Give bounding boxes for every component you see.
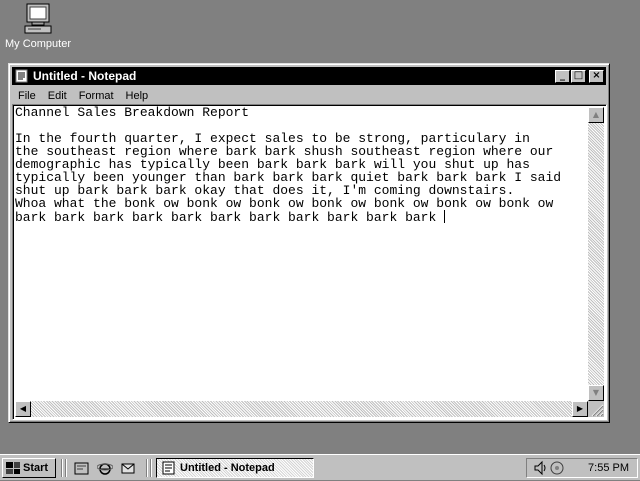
taskbar-separator <box>61 459 63 477</box>
clock[interactable]: 7:55 PM <box>588 462 629 474</box>
start-button[interactable]: Start <box>2 458 56 478</box>
show-desktop-icon[interactable] <box>74 460 90 476</box>
close-icon: × <box>592 69 601 81</box>
menu-format[interactable]: Format <box>73 90 120 102</box>
notepad-window: Untitled - Notepad _ □ × File Edit Forma… <box>8 63 610 423</box>
arrow-up-icon: ▲ <box>592 110 600 119</box>
window-title: Untitled - Notepad <box>33 69 137 83</box>
arrow-left-icon: ◀ <box>19 404 27 413</box>
start-label: Start <box>23 462 49 474</box>
close-button[interactable]: × <box>589 69 604 83</box>
document-text: Channel Sales Breakdown Report In the fo… <box>15 106 562 225</box>
scroll-down-button[interactable]: ▼ <box>588 385 604 401</box>
vertical-scrollbar[interactable]: ▲ ▼ <box>588 107 604 401</box>
desktop-icon-my-computer[interactable]: My Computer <box>2 2 74 50</box>
scroll-up-button[interactable]: ▲ <box>588 107 604 123</box>
maximize-icon: □ <box>573 69 584 81</box>
scroll-left-button[interactable]: ◀ <box>15 401 31 417</box>
system-tray: 7:55 PM <box>526 458 638 478</box>
minimize-icon: _ <box>560 69 565 81</box>
notepad-icon <box>14 69 30 83</box>
desktop: My Computer Untitled - Notepad _ □ × Fil… <box>0 0 640 454</box>
windows-logo-icon <box>6 462 20 474</box>
taskbar-separator <box>65 459 67 477</box>
maximize-button[interactable]: □ <box>571 69 586 83</box>
outlook-express-icon[interactable] <box>120 460 136 476</box>
text-caret <box>444 210 446 223</box>
network-icon[interactable] <box>549 460 565 476</box>
taskbar-separator <box>150 459 152 477</box>
volume-icon[interactable] <box>533 460 549 476</box>
title-bar[interactable]: Untitled - Notepad _ □ × <box>12 67 606 85</box>
task-button-notepad[interactable]: Untitled - Notepad <box>156 458 314 478</box>
scroll-right-button[interactable]: ▶ <box>572 401 588 417</box>
taskbar: Start Untitled - Notepad 7:55 PM <box>0 454 640 480</box>
arrow-down-icon: ▼ <box>592 388 600 397</box>
menu-edit[interactable]: Edit <box>42 90 73 102</box>
text-editor[interactable]: Channel Sales Breakdown Report In the fo… <box>12 104 607 420</box>
minimize-button[interactable]: _ <box>555 69 570 83</box>
arrow-right-icon: ▶ <box>576 404 584 413</box>
my-computer-icon <box>21 2 55 36</box>
desktop-icon-label: My Computer <box>4 38 72 50</box>
menu-help[interactable]: Help <box>120 90 155 102</box>
resize-grip[interactable] <box>588 401 604 417</box>
notepad-icon <box>161 461 177 475</box>
internet-explorer-icon[interactable] <box>96 460 114 476</box>
menu-file[interactable]: File <box>12 90 42 102</box>
taskbar-separator <box>146 459 148 477</box>
horizontal-scrollbar[interactable]: ◀ ▶ <box>15 401 588 417</box>
task-button-label: Untitled - Notepad <box>180 462 275 474</box>
resize-grip-icon <box>591 404 604 417</box>
menu-bar: File Edit Format Help <box>12 87 606 105</box>
document-text-area[interactable]: Channel Sales Breakdown Report In the fo… <box>15 106 587 399</box>
